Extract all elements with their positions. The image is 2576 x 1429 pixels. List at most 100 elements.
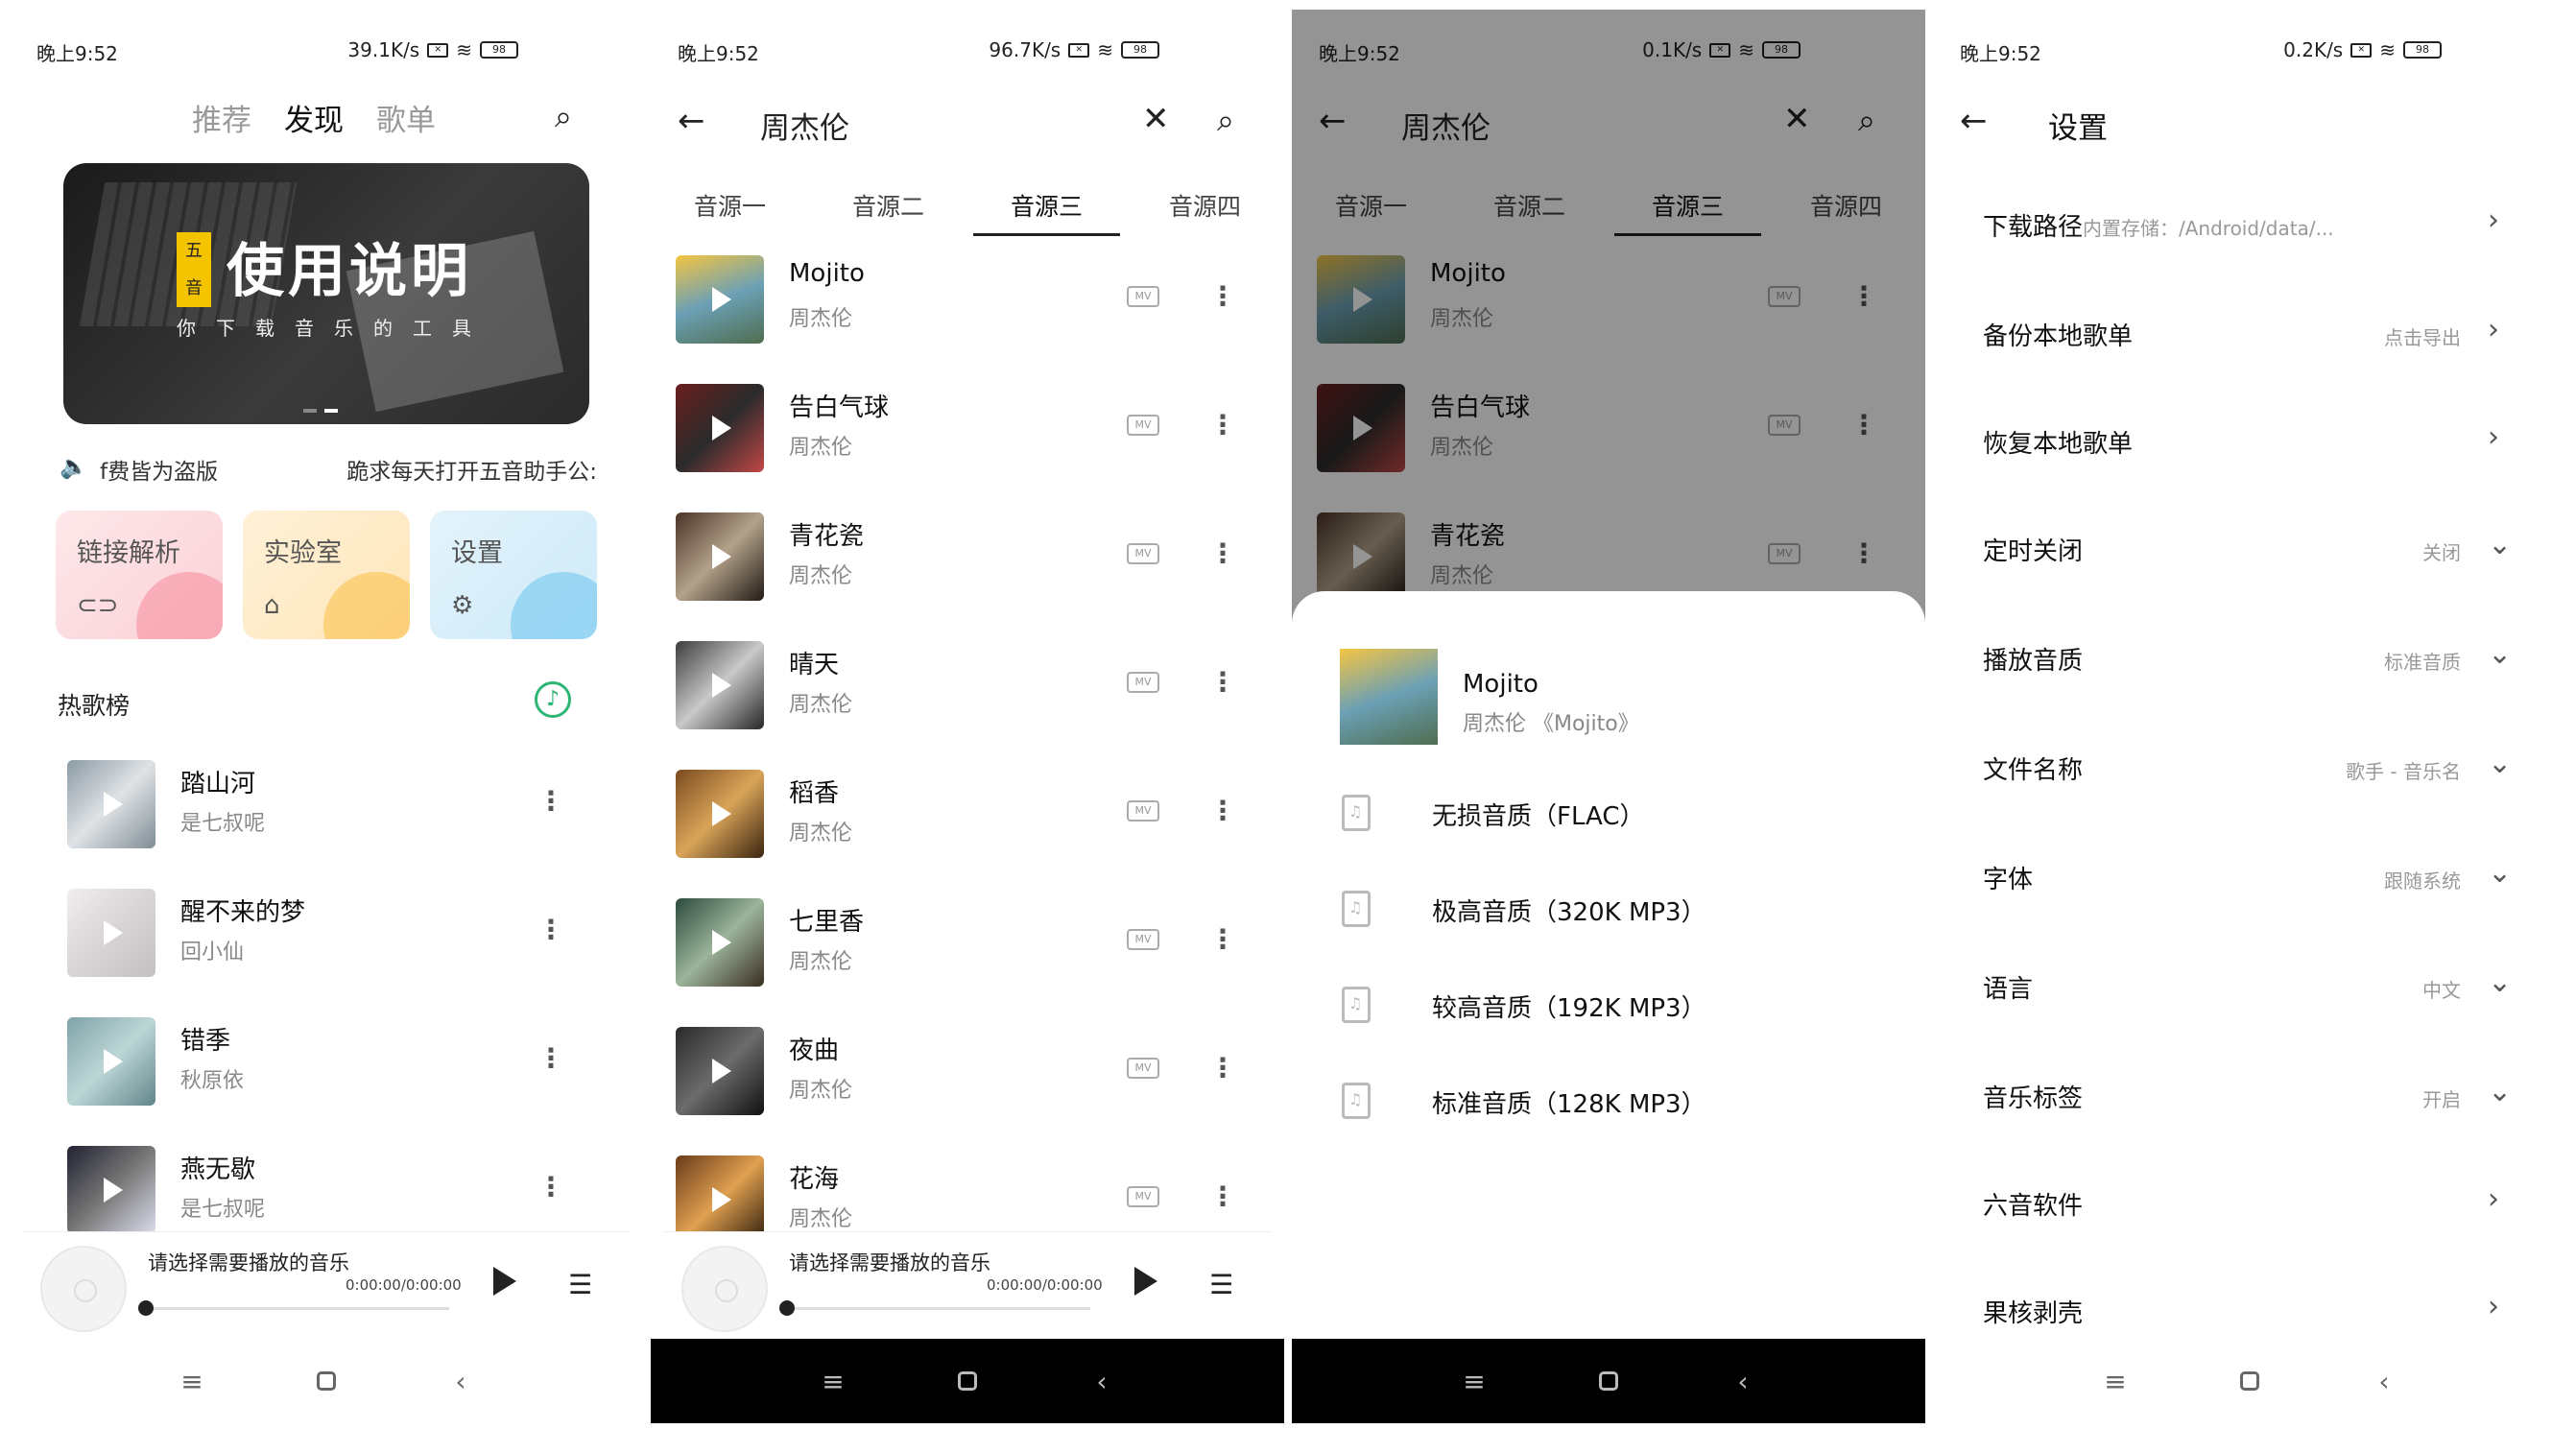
setting-backup-playlist[interactable]: 备份本地歌单 点击导出 › bbox=[1933, 282, 2566, 388]
home-nav-button[interactable] bbox=[939, 1366, 996, 1397]
search-icon[interactable]: ⌕ bbox=[1217, 102, 1234, 139]
banner-carousel[interactable]: 五音 使用说明 你下载音乐的工具 bbox=[63, 163, 589, 424]
setting-liuyin-software[interactable]: 六音软件 › bbox=[1933, 1152, 2566, 1257]
mv-icon[interactable]: MV bbox=[1127, 415, 1159, 436]
setting-file-name[interactable]: 文件名称 歌手 - 音乐名 ⌄ bbox=[1933, 716, 2566, 822]
quality-option-128k[interactable]: 标准音质（128K MP3） bbox=[1292, 1065, 1925, 1142]
search-icon[interactable]: ⌕ bbox=[555, 98, 572, 135]
setting-sleep-timer[interactable]: 定时关闭 关闭 ⌄ bbox=[1933, 497, 2566, 603]
album-cover[interactable] bbox=[676, 255, 764, 344]
tab-source-3[interactable]: 音源三 bbox=[967, 173, 1126, 236]
playlist-queue-icon[interactable]: ☰ bbox=[1209, 1269, 1233, 1300]
music-note-icon[interactable]: ♪ bbox=[535, 681, 571, 718]
more-icon[interactable]: ⋮ bbox=[1209, 537, 1236, 569]
list-item[interactable]: 稻香 周杰伦 MV ⋮ bbox=[651, 756, 1284, 875]
album-cover[interactable] bbox=[67, 760, 155, 848]
home-nav-button[interactable] bbox=[2221, 1366, 2278, 1397]
mv-icon[interactable]: MV bbox=[1127, 543, 1159, 564]
progress-thumb[interactable] bbox=[138, 1300, 154, 1316]
disc-icon[interactable] bbox=[40, 1246, 127, 1332]
close-icon[interactable]: ✕ bbox=[1142, 100, 1170, 138]
tab-source-2[interactable]: 音源二 bbox=[809, 173, 967, 236]
more-icon[interactable]: ⋮ bbox=[537, 1042, 564, 1074]
playlist-queue-icon[interactable]: ☰ bbox=[568, 1269, 592, 1300]
play-icon[interactable] bbox=[493, 1267, 516, 1296]
tab-playlists[interactable]: 歌单 bbox=[376, 96, 436, 139]
mv-icon[interactable]: MV bbox=[1127, 672, 1159, 693]
play-icon[interactable] bbox=[1134, 1267, 1157, 1296]
song-artist: 秋原依 bbox=[180, 1069, 245, 1093]
progress-track[interactable] bbox=[148, 1307, 449, 1310]
setting-restore-playlist[interactable]: 恢复本地歌单 › bbox=[1933, 390, 2566, 495]
list-item[interactable]: 错季 秋原依 ⋮ bbox=[10, 1004, 643, 1123]
list-item[interactable]: 晴天 周杰伦 MV ⋮ bbox=[651, 628, 1284, 747]
back-nav-icon[interactable]: ‹ bbox=[1714, 1366, 1772, 1397]
list-item[interactable]: 醒不来的梦 回小仙 ⋮ bbox=[10, 875, 643, 994]
back-arrow-icon[interactable]: ← bbox=[678, 102, 705, 140]
album-cover[interactable] bbox=[67, 1146, 155, 1234]
mini-player[interactable]: 请选择需要播放的音乐 0:00:00/0:00:00 ☰ bbox=[23, 1231, 630, 1337]
menu-icon[interactable]: ≡ bbox=[2087, 1366, 2144, 1397]
menu-icon[interactable]: ≡ bbox=[804, 1366, 862, 1397]
album-cover[interactable] bbox=[67, 889, 155, 977]
back-nav-icon[interactable]: ‹ bbox=[432, 1366, 489, 1397]
tab-source-4[interactable]: 音源四 bbox=[1126, 173, 1284, 236]
album-cover[interactable] bbox=[676, 384, 764, 472]
setting-font[interactable]: 字体 跟随系统 ⌄ bbox=[1933, 825, 2566, 931]
more-icon[interactable]: ⋮ bbox=[1209, 923, 1236, 955]
album-cover[interactable] bbox=[676, 770, 764, 858]
mv-icon[interactable]: MV bbox=[1127, 929, 1159, 950]
quality-option-320k[interactable]: 极高音质（320K MP3） bbox=[1292, 873, 1925, 950]
album-cover[interactable] bbox=[676, 512, 764, 601]
more-icon[interactable]: ⋮ bbox=[537, 914, 564, 945]
link-parse-card[interactable]: 链接解析 ⊂⊃ bbox=[56, 511, 223, 639]
list-item[interactable]: 青花瓷 周杰伦 MV ⋮ bbox=[651, 499, 1284, 618]
back-nav-icon[interactable]: ‹ bbox=[2355, 1366, 2413, 1397]
tab-recommend[interactable]: 推荐 bbox=[192, 96, 251, 139]
more-icon[interactable]: ⋮ bbox=[537, 785, 564, 817]
mv-icon[interactable]: MV bbox=[1127, 1186, 1159, 1207]
setting-download-path[interactable]: 下载路径 内置存储：/Android/data/... › bbox=[1933, 173, 2566, 278]
home-nav-button[interactable] bbox=[298, 1366, 355, 1397]
mv-icon[interactable]: MV bbox=[1127, 286, 1159, 307]
quality-option-label: 无损音质（FLAC） bbox=[1432, 802, 1645, 831]
lab-card[interactable]: 实验室 ⌂ bbox=[243, 511, 410, 639]
album-cover[interactable] bbox=[676, 898, 764, 987]
setting-play-quality[interactable]: 播放音质 标准音质 ⌄ bbox=[1933, 607, 2566, 712]
more-icon[interactable]: ⋮ bbox=[537, 1171, 564, 1203]
menu-icon[interactable]: ≡ bbox=[1445, 1366, 1503, 1397]
disc-icon[interactable] bbox=[681, 1246, 768, 1332]
more-icon[interactable]: ⋮ bbox=[1209, 280, 1236, 312]
more-icon[interactable]: ⋮ bbox=[1209, 409, 1236, 441]
album-cover[interactable] bbox=[676, 1027, 764, 1115]
album-cover[interactable] bbox=[67, 1017, 155, 1106]
settings-card[interactable]: 设置 ⚙ bbox=[430, 511, 597, 639]
more-icon[interactable]: ⋮ bbox=[1209, 795, 1236, 826]
album-cover[interactable] bbox=[676, 641, 764, 729]
search-query[interactable]: 周杰伦 bbox=[760, 104, 849, 147]
tab-source-1[interactable]: 音源一 bbox=[651, 173, 809, 236]
mini-player[interactable]: 请选择需要播放的音乐 0:00:00/0:00:00 ☰ bbox=[664, 1231, 1271, 1337]
back-arrow-icon[interactable]: ← bbox=[1960, 102, 1988, 140]
setting-language[interactable]: 语言 中文 ⌄ bbox=[1933, 935, 2566, 1040]
more-icon[interactable]: ⋮ bbox=[1209, 1052, 1236, 1084]
banner-subtitle: 你下载音乐的工具 bbox=[177, 317, 491, 340]
progress-track[interactable] bbox=[789, 1307, 1090, 1310]
more-icon[interactable]: ⋮ bbox=[1209, 1180, 1236, 1212]
setting-music-tags[interactable]: 音乐标签 开启 ⌄ bbox=[1933, 1044, 2566, 1150]
menu-icon[interactable]: ≡ bbox=[163, 1366, 221, 1397]
home-nav-button[interactable] bbox=[1580, 1366, 1637, 1397]
quality-option-flac[interactable]: 无损音质（FLAC） bbox=[1292, 777, 1925, 854]
more-icon[interactable]: ⋮ bbox=[1209, 666, 1236, 698]
tab-discover[interactable]: 发现 bbox=[284, 96, 344, 139]
progress-thumb[interactable] bbox=[779, 1300, 795, 1316]
mv-icon[interactable]: MV bbox=[1127, 800, 1159, 822]
mv-icon[interactable]: MV bbox=[1127, 1058, 1159, 1079]
list-item[interactable]: 七里香 周杰伦 MV ⋮ bbox=[651, 885, 1284, 1004]
list-item[interactable]: 告白气球 周杰伦 MV ⋮ bbox=[651, 370, 1284, 489]
list-item[interactable]: Mojito 周杰伦 MV ⋮ bbox=[651, 242, 1284, 361]
back-nav-icon[interactable]: ‹ bbox=[1073, 1366, 1131, 1397]
list-item[interactable]: 踏山河 是七叔呢 ⋮ bbox=[10, 747, 643, 866]
list-item[interactable]: 夜曲 周杰伦 MV ⋮ bbox=[651, 1013, 1284, 1132]
quality-option-192k[interactable]: 较高音质（192K MP3） bbox=[1292, 969, 1925, 1046]
